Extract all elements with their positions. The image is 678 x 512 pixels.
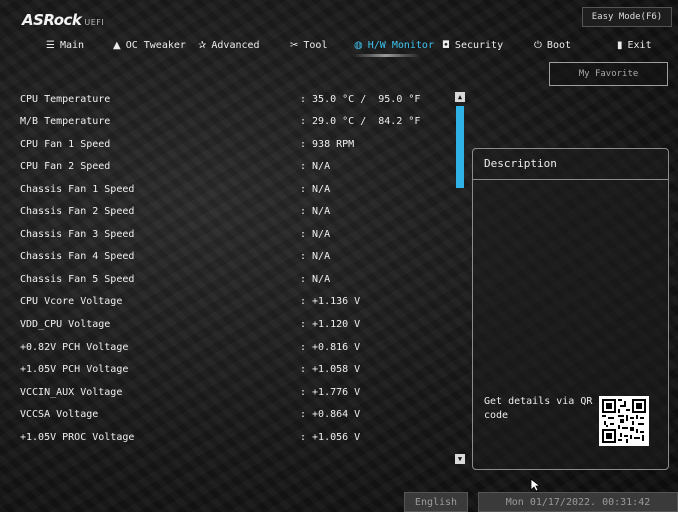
sensor-row[interactable]: Chassis Fan 4 Speed : N/A [20, 245, 440, 267]
asrock-logo: ASRock UEFI [22, 11, 105, 29]
tab-label: Main [59, 39, 85, 51]
sensor-value: : 35.0 °C / 95.0 °F [300, 93, 421, 105]
sensor-name: Chassis Fan 1 Speed [20, 183, 135, 195]
sensor-value: : +1.058 V [300, 363, 361, 375]
sensor-row[interactable]: Chassis Fan 2 Speed : N/A [20, 200, 440, 222]
scroll-down-arrow-icon[interactable]: ▼ [455, 454, 465, 464]
sensor-row[interactable]: Chassis Fan 5 Speed : N/A [20, 268, 440, 290]
sensor-name: Chassis Fan 2 Speed [20, 205, 135, 217]
tab-label: H/W Monitor [367, 39, 434, 51]
sensor-name: Chassis Fan 5 Speed [20, 273, 135, 285]
sensor-row[interactable]: CPU Vcore Voltage : +1.136 V [20, 290, 440, 312]
tab-main[interactable]: ☰ Main [46, 34, 84, 56]
description-title: Description [484, 157, 557, 170]
tab-label: Advanced [211, 39, 260, 51]
sensor-name: CPU Vcore Voltage [20, 295, 123, 307]
sensor-name: M/B Temperature [20, 115, 111, 127]
tab-label: Exit [627, 39, 652, 51]
sensor-row[interactable]: Chassis Fan 3 Speed : N/A [20, 223, 440, 245]
sensor-name: +0.82V PCH Voltage [20, 341, 129, 353]
shield-icon: ◘ [442, 39, 450, 51]
main-menu: ☰ Main ▲ OC Tweaker ✰ Advanced ✂ Tool ◍ … [0, 34, 678, 56]
tab-hw-monitor[interactable]: ◍ H/W Monitor [354, 34, 434, 56]
sensor-value: : +0.864 V [300, 408, 361, 420]
sensor-name: +1.05V PCH Voltage [20, 363, 129, 375]
monitor-icon: ◍ [354, 39, 363, 51]
sensor-row[interactable]: +1.05V PROC Voltage : +1.056 V [20, 426, 440, 448]
sensor-name: Chassis Fan 3 Speed [20, 228, 135, 240]
sensor-value: : 938 RPM [300, 138, 355, 150]
tab-label: Tool [303, 39, 328, 51]
sensor-name: CPU Fan 1 Speed [20, 138, 111, 150]
tab-label: Security [454, 39, 504, 51]
mouse-cursor-icon [530, 478, 542, 492]
tab-oc-tweaker[interactable]: ▲ OC Tweaker [113, 34, 186, 56]
sensor-row[interactable]: CPU Fan 2 Speed : N/A [20, 155, 440, 177]
sensor-value: : N/A [300, 160, 331, 172]
star-icon: ✰ [198, 39, 207, 51]
description-panel: Description Get details via QR code [472, 148, 669, 470]
sensor-value: : N/A [300, 205, 331, 217]
scroll-thumb[interactable] [456, 106, 464, 188]
date-time: Mon 01/17/2022. 00:31:42 [478, 492, 678, 512]
sensor-row[interactable]: +0.82V PCH Voltage : +0.816 V [20, 336, 440, 358]
sensor-row[interactable]: Chassis Fan 1 Speed : N/A [20, 178, 440, 200]
sensor-value: : N/A [300, 228, 331, 240]
sensor-row[interactable]: +1.05V PCH Voltage : +1.058 V [20, 358, 440, 380]
sensor-value: : +1.776 V [300, 386, 361, 398]
main-icon: ☰ [46, 39, 55, 51]
tab-advanced[interactable]: ✰ Advanced [198, 34, 260, 56]
sensor-value: : +1.136 V [300, 295, 361, 307]
sensor-row[interactable]: M/B Temperature : 29.0 °C / 84.2 °F [20, 110, 440, 132]
scrollbar[interactable]: ▲ ▼ [455, 92, 465, 464]
sensor-value: : +1.056 V [300, 431, 361, 443]
tab-label: OC Tweaker [125, 39, 186, 51]
language-button[interactable]: English [404, 492, 468, 512]
sensor-name: CPU Fan 2 Speed [20, 160, 111, 172]
active-tab-indicator [352, 54, 420, 57]
easy-mode-button[interactable]: Easy Mode(F6) [582, 7, 672, 27]
sensor-name: VCCIN_AUX Voltage [20, 386, 123, 398]
sensor-row[interactable]: CPU Temperature : 35.0 °C / 95.0 °F [20, 88, 440, 110]
tab-tool[interactable]: ✂ Tool [290, 34, 327, 56]
sensor-row[interactable]: VCCIN_AUX Voltage : +1.776 V [20, 381, 440, 403]
tool-icon: ✂ [290, 39, 299, 51]
sensor-name: VDD_CPU Voltage [20, 318, 111, 330]
power-icon: ⏻ [534, 39, 542, 51]
sensor-name: +1.05V PROC Voltage [20, 431, 135, 443]
sensor-value: : 29.0 °C / 84.2 °F [300, 115, 421, 127]
sensor-name: VCCSA Voltage [20, 408, 99, 420]
sensor-row[interactable]: CPU Fan 1 Speed : 938 RPM [20, 133, 440, 155]
tab-boot[interactable]: ⏻ Boot [534, 34, 571, 56]
my-favorite-button[interactable]: My Favorite [549, 62, 668, 86]
sensor-value: : N/A [300, 273, 331, 285]
qr-caption: Get details via QR code [484, 396, 593, 421]
sensor-row[interactable]: VDD_CPU Voltage : +1.120 V [20, 313, 440, 335]
tab-label: Boot [546, 39, 572, 51]
sensor-row[interactable]: VCCSA Voltage : +0.864 V [20, 403, 440, 425]
rocket-icon: ▲ [113, 39, 121, 51]
sensor-value: : +0.816 V [300, 341, 361, 353]
tab-exit[interactable]: ▮ Exit [617, 34, 652, 56]
sensor-value: : N/A [300, 183, 331, 195]
sensor-value: : +1.120 V [300, 318, 361, 330]
tab-security[interactable]: ◘ Security [442, 34, 503, 56]
sensor-name: CPU Temperature [20, 93, 111, 105]
description-divider [473, 179, 668, 180]
sensor-value: : N/A [300, 250, 331, 262]
qr-code [599, 396, 649, 446]
sensor-name: Chassis Fan 4 Speed [20, 250, 135, 262]
exit-icon: ▮ [617, 39, 623, 51]
scroll-up-arrow-icon[interactable]: ▲ [455, 92, 465, 102]
